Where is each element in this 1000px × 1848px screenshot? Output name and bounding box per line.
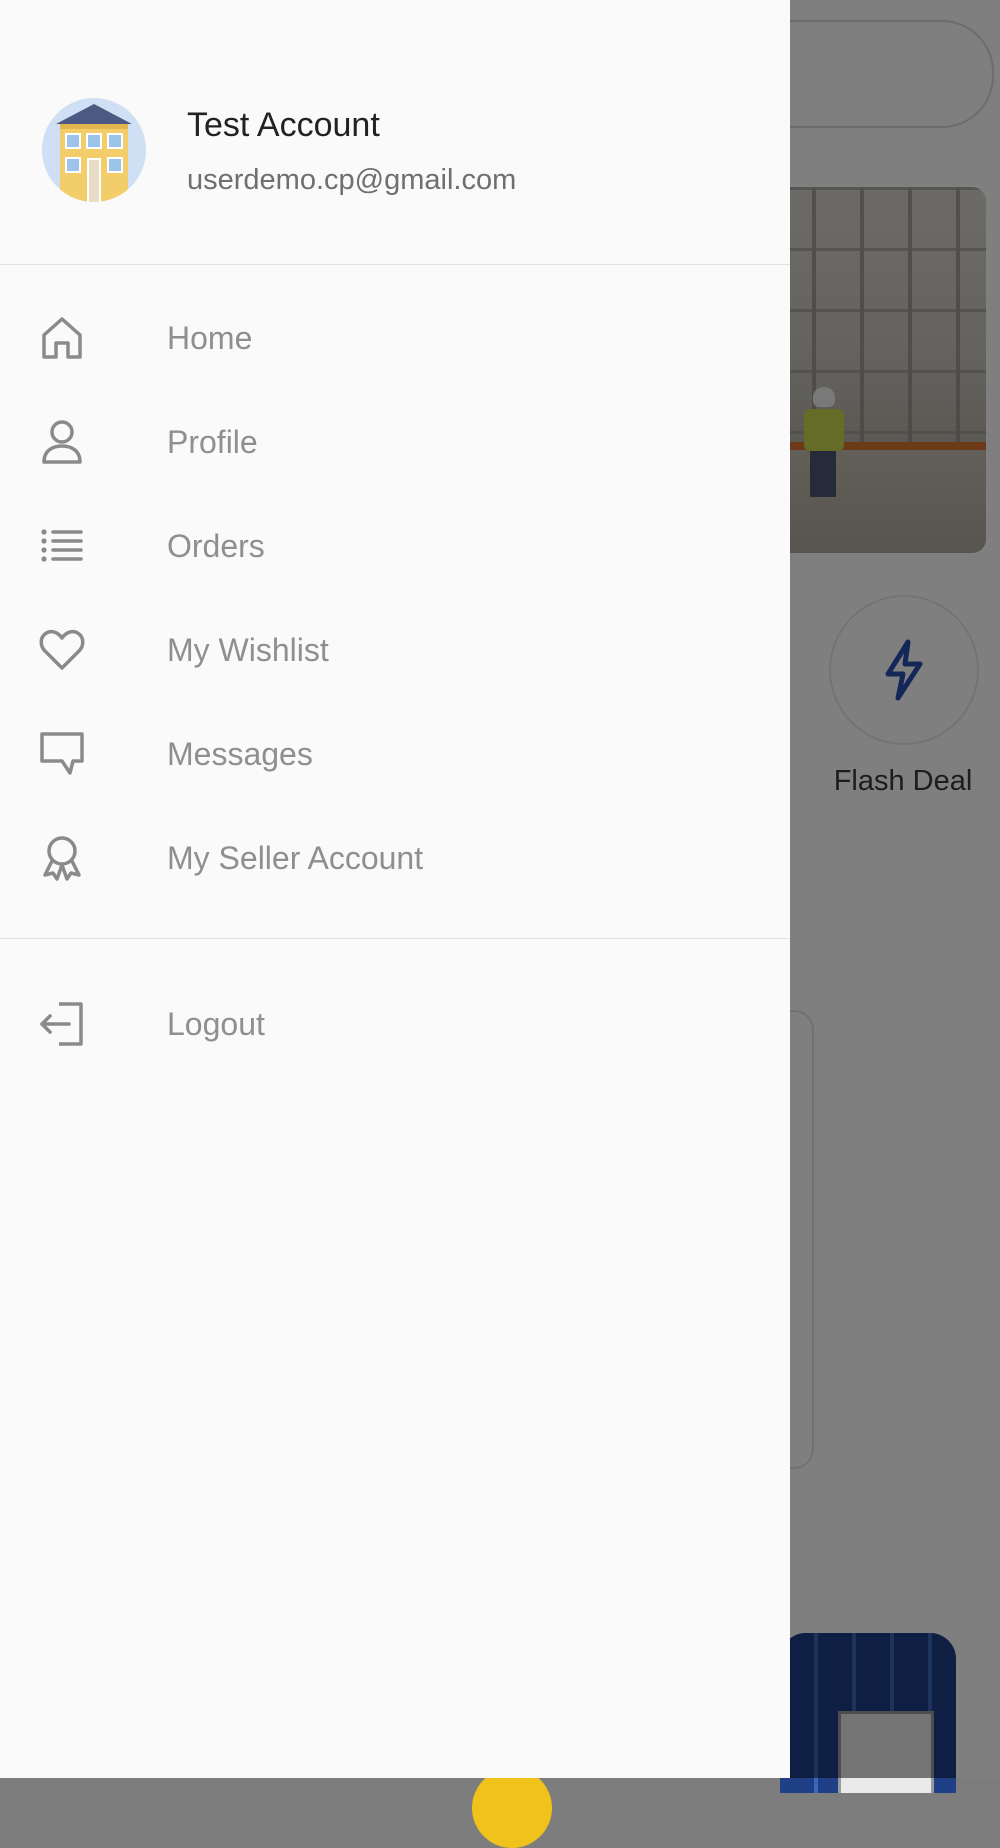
menu-item-profile[interactable]: Profile [0, 390, 790, 494]
menu-item-label: My Seller Account [167, 839, 424, 876]
drawer-header: Test Account userdemo.cp@gmail.com [0, 0, 790, 265]
user-email: userdemo.cp@gmail.com [187, 164, 517, 196]
menu-item-label: Home [167, 319, 253, 356]
background-fab [472, 1768, 552, 1848]
menu-item-home[interactable]: Home [0, 286, 790, 390]
message-icon [38, 730, 86, 778]
menu-divider [0, 938, 790, 939]
menu-item-label: My Wishlist [167, 631, 329, 668]
award-icon [38, 834, 86, 882]
building-avatar-icon [42, 98, 146, 202]
menu-item-label: Logout [167, 1005, 265, 1042]
user-name: Test Account [187, 106, 380, 144]
list-icon [38, 522, 86, 570]
home-icon [38, 314, 86, 362]
heart-icon [38, 626, 86, 674]
avatar[interactable] [42, 98, 146, 202]
menu-item-label: Profile [167, 423, 258, 460]
menu-item-label: Messages [167, 735, 313, 772]
logout-icon [38, 1000, 86, 1048]
navigation-drawer: Test Account userdemo.cp@gmail.com Home … [0, 0, 790, 1778]
menu-item-wishlist[interactable]: My Wishlist [0, 598, 790, 702]
menu-item-seller-account[interactable]: My Seller Account [0, 806, 790, 910]
user-icon [38, 418, 86, 466]
menu-item-label: Orders [167, 527, 265, 564]
menu-item-orders[interactable]: Orders [0, 494, 790, 598]
menu-item-messages[interactable]: Messages [0, 702, 790, 806]
menu-item-logout[interactable]: Logout [0, 972, 790, 1076]
